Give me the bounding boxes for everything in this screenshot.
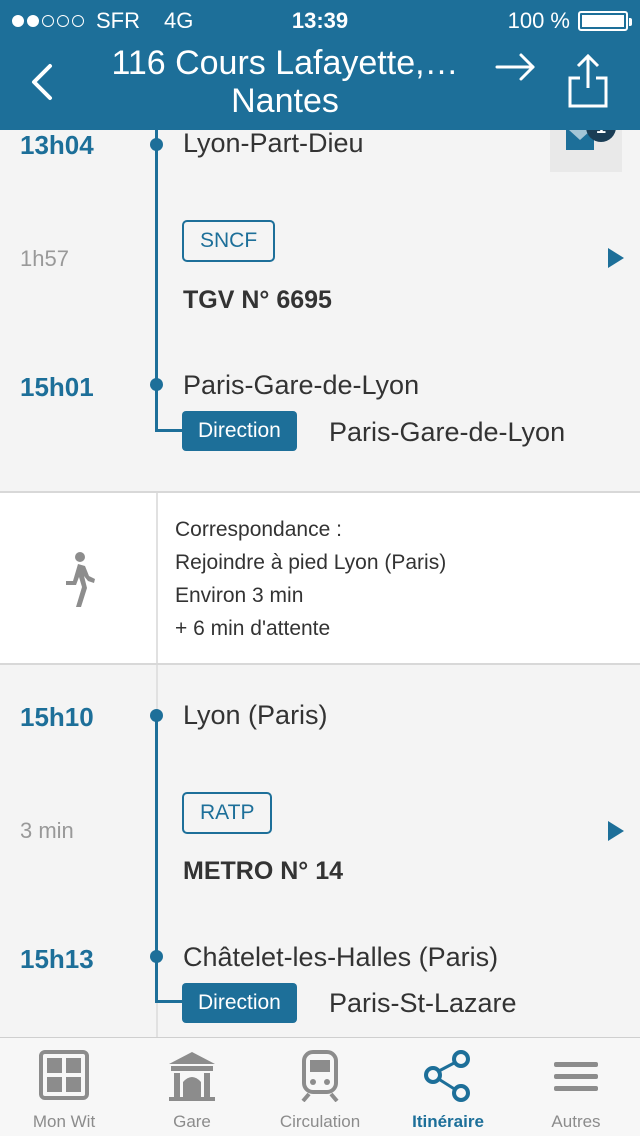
transfer-wait: + 6 min d'attente bbox=[175, 617, 331, 640]
transfer-duration: Environ 3 min bbox=[175, 584, 304, 607]
walking-person-icon bbox=[66, 552, 95, 607]
journey-leg-train[interactable]: 13h04 Lyon-Part-Dieu 1 1h57 SNCF TGV N° … bbox=[0, 130, 640, 492]
app-header: SFR 4G 13:39 100 % 116 Cours Lafayette,…… bbox=[0, 0, 640, 130]
journey-leg-metro[interactable]: 15h10 Lyon (Paris) 3 min RATP METRO N° 1… bbox=[0, 665, 640, 1037]
direction-destination: Paris-Gare-de-Lyon bbox=[329, 417, 566, 447]
operator-badge: SNCF bbox=[182, 220, 276, 262]
direction-destination: Paris-St-Lazare bbox=[329, 988, 517, 1018]
operator-badge: RATP bbox=[182, 792, 273, 834]
forward-arrow-icon[interactable] bbox=[495, 52, 537, 82]
battery-percent: 100 % bbox=[507, 8, 570, 33]
transfer-section: Correspondance : Rejoindre à pied Lyon (… bbox=[0, 491, 640, 665]
tab-label: Itinéraire bbox=[412, 1112, 484, 1131]
route-icon bbox=[424, 1050, 470, 1102]
departure-stop: Lyon-Part-Dieu bbox=[183, 130, 364, 158]
vehicle-label: METRO N° 14 bbox=[183, 857, 344, 885]
departure-node-icon bbox=[150, 709, 163, 722]
tab-label: Gare bbox=[173, 1112, 211, 1131]
leg-duration: 3 min bbox=[20, 818, 74, 843]
tab-label: Mon Wit bbox=[32, 1112, 96, 1131]
tab-gare[interactable]: Gare bbox=[128, 1038, 256, 1136]
grid-icon bbox=[39, 1050, 89, 1100]
divider bbox=[156, 493, 158, 663]
arrival-node-icon bbox=[150, 950, 163, 963]
route-line-end bbox=[155, 1000, 185, 1003]
departure-stop: Lyon (Paris) bbox=[183, 700, 328, 730]
arrival-time: 15h13 bbox=[20, 944, 94, 974]
expand-arrow-icon[interactable] bbox=[608, 248, 624, 268]
battery-info: 100 % bbox=[507, 8, 632, 34]
arrival-time: 15h01 bbox=[20, 372, 94, 402]
route-line-end bbox=[155, 429, 185, 432]
leg-duration: 1h57 bbox=[20, 246, 69, 271]
station-icon bbox=[169, 1052, 215, 1101]
expand-arrow-icon[interactable] bbox=[608, 821, 624, 841]
tab-circulation[interactable]: Circulation bbox=[256, 1038, 384, 1136]
tab-itineraire[interactable]: Itinéraire bbox=[384, 1038, 512, 1136]
tab-bar: Mon Wit Gare Circulation Itinéraire Autr… bbox=[0, 1037, 640, 1136]
tab-label: Circulation bbox=[279, 1112, 361, 1131]
direction-badge: Direction bbox=[182, 411, 297, 451]
share-icon[interactable] bbox=[566, 52, 610, 110]
arrival-node-icon bbox=[150, 378, 163, 391]
departure-time: 15h10 bbox=[20, 702, 94, 732]
departure-time: 13h04 bbox=[20, 130, 94, 160]
status-bar: SFR 4G 13:39 100 % bbox=[0, 0, 640, 40]
arrival-stop: Paris-Gare-de-Lyon bbox=[183, 370, 420, 400]
transfer-route: Rejoindre à pied Lyon (Paris) bbox=[175, 551, 447, 574]
battery-icon bbox=[578, 11, 632, 31]
vehicle-label: TGV N° 6695 bbox=[183, 286, 332, 314]
transfer-info: Correspondance : Rejoindre à pied Lyon (… bbox=[175, 513, 446, 645]
tab-mon-wit[interactable]: Mon Wit bbox=[0, 1038, 128, 1136]
menu-icon bbox=[554, 1062, 598, 1091]
direction-badge: Direction bbox=[182, 983, 297, 1023]
messages-button[interactable]: 1 bbox=[550, 130, 622, 172]
transfer-title: Correspondance : bbox=[175, 518, 342, 541]
page-title: 116 Cours Lafayette,… Nantes bbox=[111, 44, 459, 120]
departure-node-icon bbox=[150, 138, 163, 151]
arrival-stop: Châtelet-les-Halles (Paris) bbox=[183, 942, 499, 972]
tab-label: Autres bbox=[551, 1112, 601, 1131]
itinerary-content[interactable]: 13h04 Lyon-Part-Dieu 1 1h57 SNCF TGV N° … bbox=[0, 130, 640, 1037]
back-chevron-icon[interactable] bbox=[28, 62, 58, 102]
train-icon bbox=[301, 1050, 339, 1102]
tab-autres[interactable]: Autres bbox=[512, 1038, 640, 1136]
